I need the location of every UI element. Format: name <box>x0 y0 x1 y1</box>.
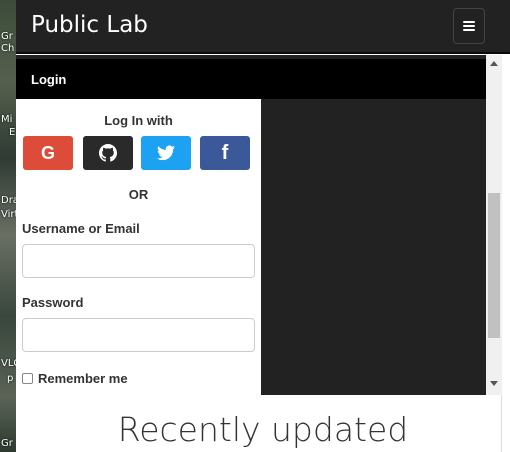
github-icon <box>99 144 117 162</box>
twitter-login-button[interactable] <box>141 136 191 170</box>
username-input[interactable] <box>22 244 255 278</box>
navbar: Public Lab <box>16 0 510 54</box>
github-login-button[interactable] <box>83 136 133 170</box>
twitter-icon <box>157 145 175 161</box>
username-label: Username or Email <box>22 221 140 236</box>
remember-me-label: Remember me <box>38 371 128 386</box>
login-modal: Login Log In with G f OR Username or Ema… <box>16 55 486 395</box>
desktop-icon-label: Ch <box>1 43 15 54</box>
password-label: Password <box>22 295 84 310</box>
password-input[interactable] <box>22 318 255 352</box>
modal-header: Login <box>16 59 486 99</box>
modal-title: Login <box>31 72 67 87</box>
remember-me-checkbox[interactable] <box>22 373 33 384</box>
browser-page: Public Lab Login Log In with G f OR User… <box>16 0 510 452</box>
desktop-icon-label: Mi <box>1 114 13 125</box>
menu-toggle-button[interactable] <box>453 8 485 44</box>
login-with-heading: Log In with <box>104 113 173 128</box>
facebook-login-button[interactable]: f <box>200 136 250 170</box>
scroll-down-arrow-icon[interactable] <box>490 381 498 386</box>
login-form: Log In with G f OR Username or Email Pas… <box>16 99 261 395</box>
desktop-icon-label: Gr <box>1 438 13 449</box>
remember-me-row: Remember me <box>22 371 128 386</box>
facebook-icon: f <box>221 141 229 164</box>
hamburger-icon <box>463 21 475 31</box>
desktop-icon-label: Gr <box>1 31 13 42</box>
scroll-up-arrow-icon[interactable] <box>490 61 498 66</box>
desktop-background: Gr Ch Mi E Dra Virt VLC p Gr <box>0 0 20 452</box>
google-login-button[interactable]: G <box>23 136 73 170</box>
google-icon: G <box>40 142 55 163</box>
scrollbar-thumb[interactable] <box>488 193 500 338</box>
desktop-icon-label: E <box>9 127 16 138</box>
recently-updated-heading: Recently updated <box>117 410 409 449</box>
brand-logo-text[interactable]: Public Lab <box>31 12 148 38</box>
or-separator: OR <box>128 187 149 202</box>
desktop-icon-label: p <box>7 373 14 384</box>
modal-scrollbar[interactable] <box>486 55 502 395</box>
